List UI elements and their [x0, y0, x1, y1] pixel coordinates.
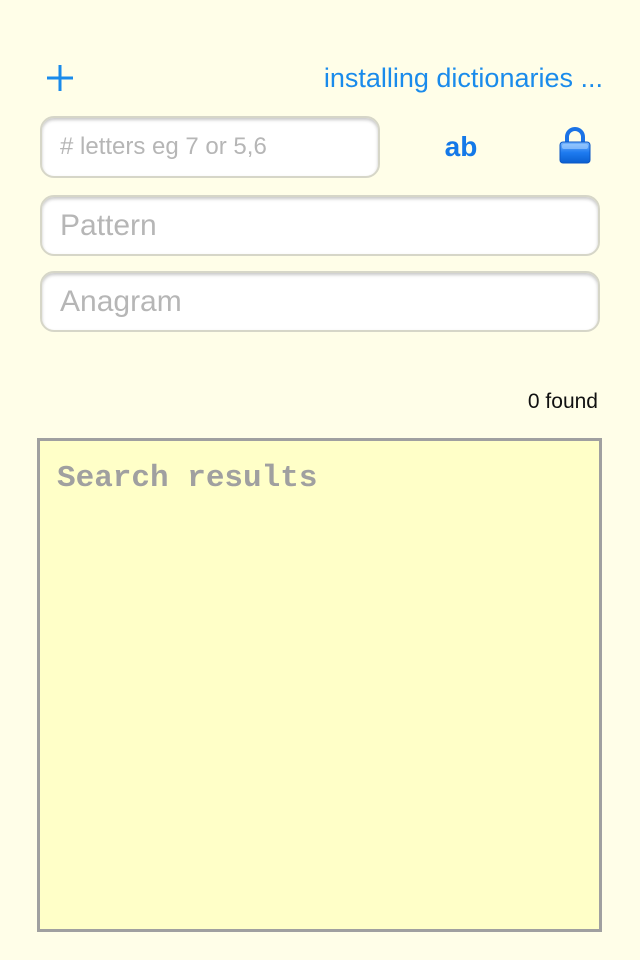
add-button[interactable]	[40, 56, 80, 100]
found-count: 0 found	[527, 390, 598, 413]
status-link[interactable]: installing dictionaries ...	[324, 60, 603, 96]
anagram-input[interactable]	[40, 271, 600, 332]
search-results-area[interactable]	[37, 438, 602, 932]
lock-button[interactable]	[552, 122, 598, 170]
lock-icon	[559, 127, 591, 164]
plus-icon	[47, 65, 73, 91]
case-toggle-button[interactable]: ab	[430, 126, 492, 168]
pattern-input[interactable]	[40, 195, 600, 256]
letter-count-input[interactable]	[40, 116, 380, 178]
